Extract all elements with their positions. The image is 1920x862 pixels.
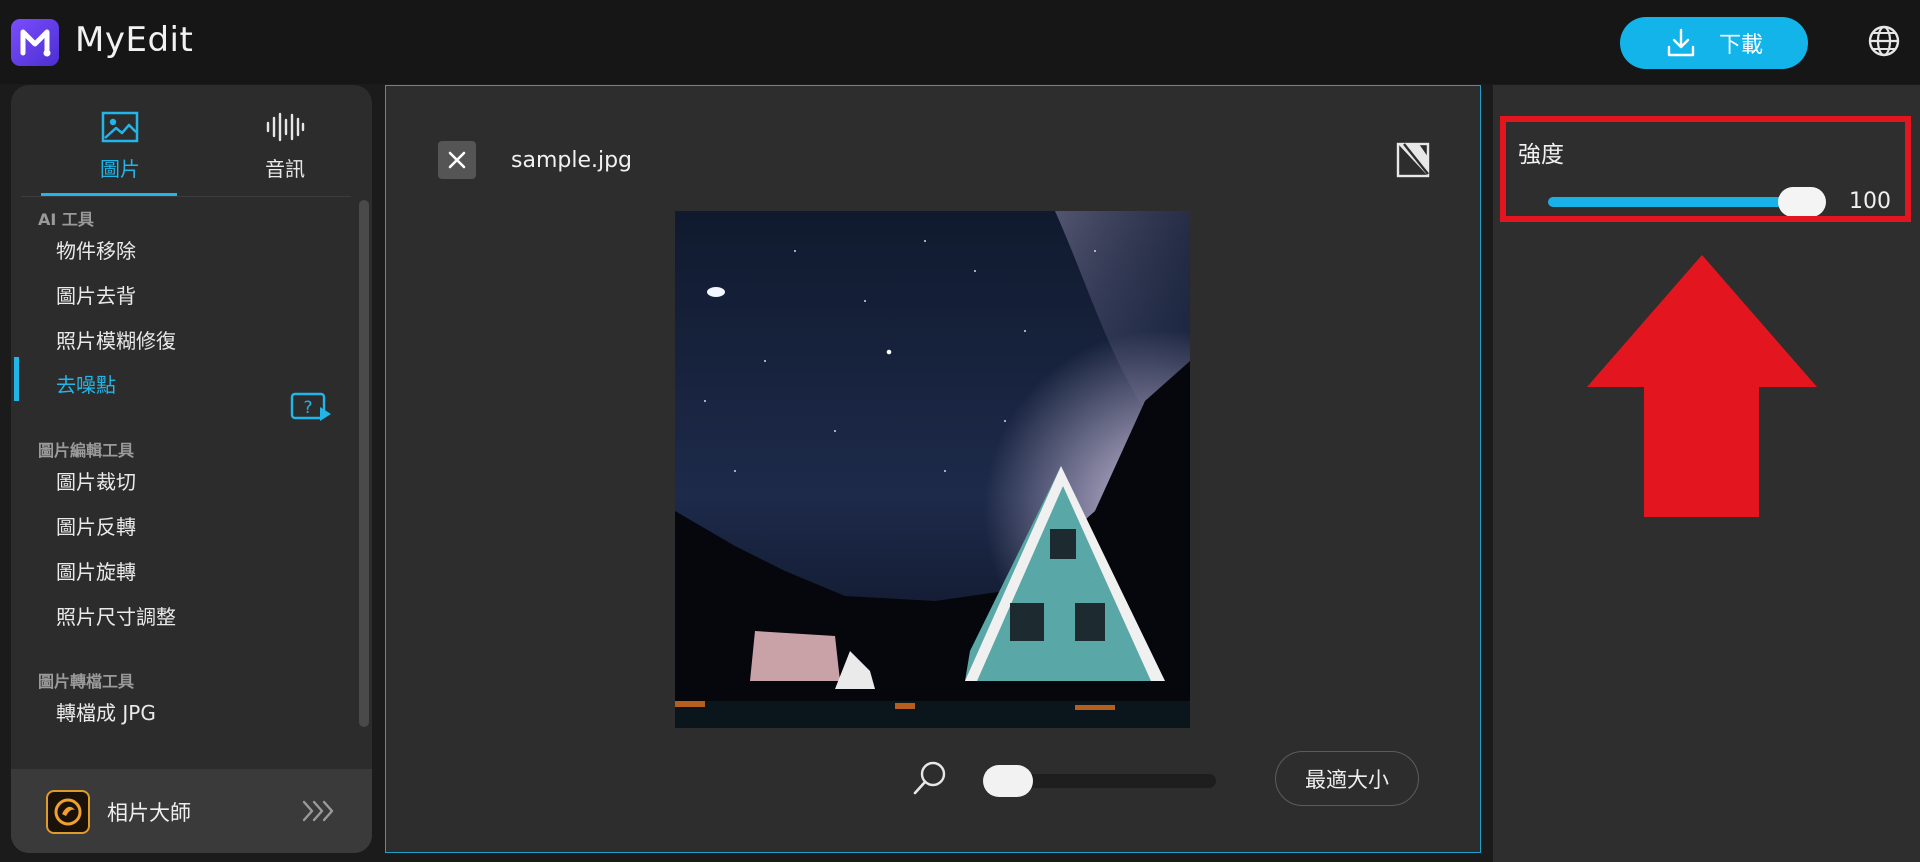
editor-panel: sample.jpg 最適大小 (385, 85, 1481, 853)
top-bar: MyEdit 下載 (0, 0, 1920, 84)
section-image-edit-tools: 圖片編輯工具 (38, 441, 135, 460)
app-name: MyEdit (75, 20, 194, 60)
video-help-icon[interactable]: ? (290, 392, 332, 422)
tab-audio-label: 音訊 (265, 157, 305, 181)
menu-item-flip[interactable]: 圖片反轉 (56, 511, 136, 540)
close-file-button[interactable] (438, 141, 476, 179)
download-button[interactable]: 下載 (1620, 17, 1808, 69)
tab-divider (21, 196, 351, 197)
chevrons-right-icon (302, 800, 334, 822)
annotation-up-arrow (1587, 255, 1817, 517)
compare-view-icon[interactable] (1395, 141, 1433, 179)
photo-preview (675, 211, 1190, 728)
zoom-slider-knob[interactable] (983, 765, 1033, 797)
menu-item-background-removal[interactable]: 圖片去背 (56, 280, 136, 309)
tab-audio[interactable]: 音訊 (200, 85, 370, 197)
tools-sidebar: 圖片 音訊 AI 工具 物件移除 圖片去背 照片模糊修復 去噪點 圖片編輯工具 … (11, 85, 372, 853)
photodirector-icon (46, 790, 90, 834)
menu-item-resize[interactable]: 照片尺寸調整 (56, 601, 176, 630)
zoom-icon (913, 761, 946, 795)
close-icon (448, 151, 466, 169)
waveform-icon (266, 112, 305, 142)
download-label: 下載 (1718, 33, 1763, 58)
sidebar-scrollbar[interactable] (359, 200, 369, 727)
photodirector-promo[interactable]: 相片大師 (11, 769, 372, 853)
download-icon (1667, 28, 1695, 57)
menu-item-convert-jpg[interactable]: 轉檔成 JPG (56, 697, 156, 726)
svg-text:?: ? (303, 398, 312, 418)
settings-panel: 強度 100 (1493, 85, 1920, 862)
fit-to-screen-button[interactable]: 最適大小 (1275, 751, 1419, 806)
tab-image-label: 圖片 (100, 157, 140, 181)
myedit-logo-icon[interactable] (11, 19, 59, 66)
active-item-indicator (14, 357, 19, 401)
section-ai-tools: AI 工具 (38, 210, 94, 229)
image-icon (101, 111, 139, 143)
menu-item-rotate[interactable]: 圖片旋轉 (56, 556, 136, 585)
menu-item-object-removal[interactable]: 物件移除 (56, 235, 136, 264)
menu-item-crop[interactable]: 圖片裁切 (56, 466, 136, 495)
annotation-highlight-box (1500, 116, 1911, 222)
menu-item-blur-fix[interactable]: 照片模糊修復 (56, 325, 176, 354)
menu-item-denoise[interactable]: 去噪點 (56, 369, 116, 398)
file-name: sample.jpg (511, 148, 633, 173)
section-convert-tools: 圖片轉檔工具 (38, 672, 135, 691)
photodirector-label: 相片大師 (107, 801, 191, 825)
language-globe-icon[interactable] (1865, 22, 1903, 60)
tab-image[interactable]: 圖片 (35, 85, 205, 197)
